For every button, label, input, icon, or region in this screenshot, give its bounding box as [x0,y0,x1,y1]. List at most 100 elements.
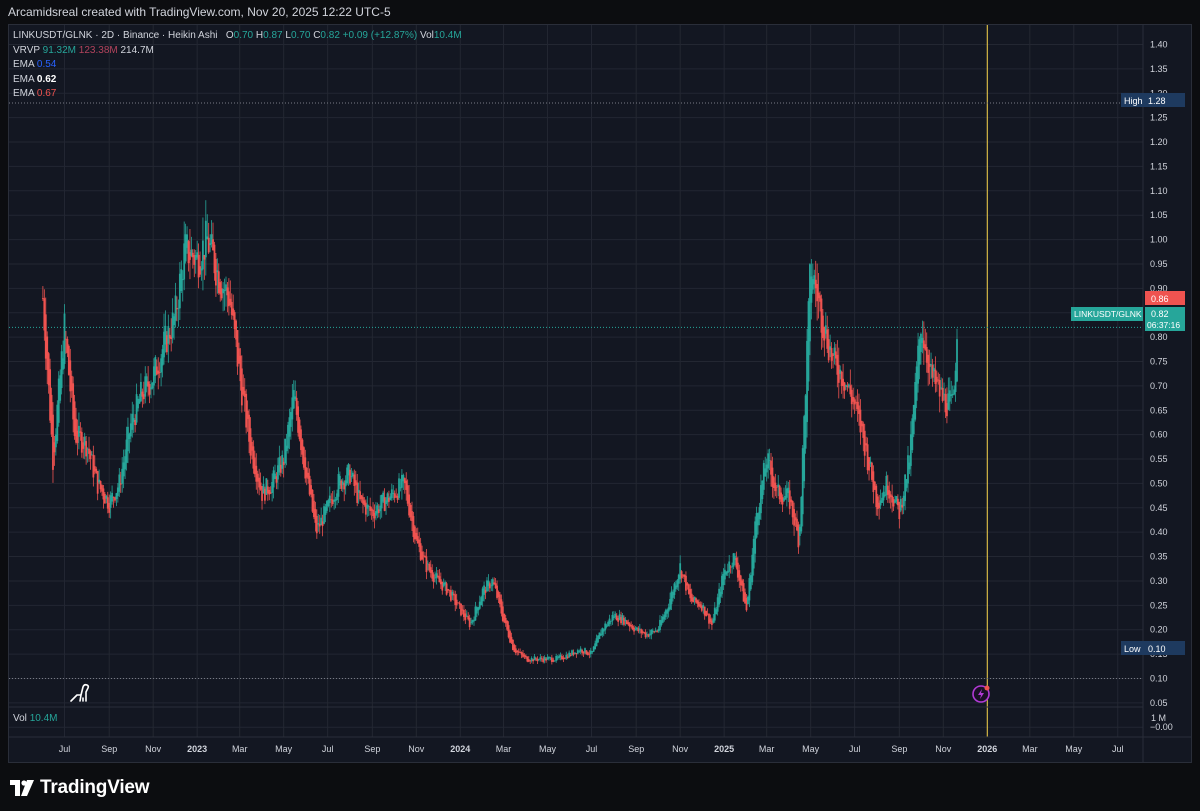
x-tick-label: 2026 [977,744,997,754]
candle-body [450,590,452,601]
ema-label-1[interactable]: EMA [13,59,34,70]
volume-legend-label: Vol [13,713,27,724]
x-tick-label: Sep [628,744,644,754]
y-tick-label: 0.80 [1150,332,1168,342]
ema-value-2: 0.62 [36,73,57,85]
y-tick-label: 1.20 [1150,137,1168,147]
legend-ema-row-3[interactable]: EMA 0.67 [13,87,462,102]
price-axis[interactable]: 1.401.351.301.251.201.151.101.051.000.95… [1150,40,1173,733]
candle-body [135,394,138,423]
y-tick-label: 1.10 [1150,186,1168,196]
x-tick-label: Jul [1112,744,1124,754]
x-tick-label: 2024 [450,744,470,754]
legend-low-value: 0.70 [290,30,311,41]
candle-body [656,631,659,632]
top-credit-bar: Arcamidsreal created with TradingView.co… [0,0,1200,24]
x-tick-label: 2023 [187,744,207,754]
y-tick-label: 1.00 [1150,235,1168,245]
y-tick-label: 0.95 [1150,259,1168,269]
y-tick-label: 1.35 [1150,64,1168,74]
y-tick-label: 0.40 [1150,527,1168,537]
y-tick-label: 0.05 [1150,698,1168,708]
volume-legend[interactable]: Vol 10.4M [13,713,57,724]
x-tick-label: May [1065,744,1083,754]
ema-label-2[interactable]: EMA [13,74,34,85]
y-tick-label: 0.25 [1150,600,1168,610]
legend-symbol-row[interactable]: LINKUSDT/GLNK · 2D · Binance · Heikin As… [13,29,462,44]
x-tick-label: 2025 [714,744,734,754]
candle-body [204,220,207,258]
y-tick-label: 0.55 [1150,454,1168,464]
candle-body [199,266,201,275]
y-tick-label: 0.45 [1150,503,1168,513]
tradingview-logo-icon [10,780,34,796]
vrvp-down: 123.38M [78,44,118,56]
candle-body [685,575,687,591]
candle-body [611,614,614,622]
ema-value-1: 0.54 [36,59,57,70]
price-chart[interactable]: 1.401.351.301.251.201.151.101.051.000.95… [9,25,1192,763]
y-tick-label: 0.20 [1150,625,1168,635]
x-tick-label: Jul [322,744,334,754]
x-tick-label: May [802,744,820,754]
candle-body [598,632,601,640]
symbol-tag-label: LINKUSDT/GLNK [1074,309,1142,319]
candle-body [157,370,160,374]
y-tick-label: 1.05 [1150,210,1168,220]
chart-pane[interactable]: 1.401.351.301.251.201.151.101.051.000.95… [8,24,1192,763]
x-tick-label: Sep [101,744,117,754]
legend-open-key: O [225,30,234,41]
legend-high-value: 0.87 [263,30,283,41]
legend-ema-row-2[interactable]: EMA 0.62 [13,73,462,88]
candle-body [553,660,556,662]
candles [41,200,958,665]
legend-vol-label: Vol [419,30,434,41]
y-tick-label: 0.60 [1150,430,1168,440]
candle-body [202,240,204,270]
legend-symbol[interactable]: LINKUSDT/GLNK · 2D · Binance · Heikin As… [13,30,218,41]
y-tick-label: 0.75 [1150,356,1168,366]
ema-value-3: 0.67 [36,88,57,99]
legend-ema-row-1[interactable]: EMA 0.54 [13,58,462,73]
dinosaur-icon[interactable] [70,683,90,702]
x-tick-label: Jul [586,744,598,754]
y-tick-label: 0.10 [1150,673,1168,683]
x-tick-label: Jul [59,744,71,754]
last-price-tag-value: 0.82 [1151,309,1169,319]
y-tick-label: −0.00 [1150,722,1173,732]
candle-body [470,622,473,624]
volume-scale-label: 1 M [1151,713,1166,723]
ema-label-3[interactable]: EMA [13,88,34,99]
x-tick-label: Sep [364,744,380,754]
y-tick-label: 0.50 [1150,478,1168,488]
low-tag-label: Low [1124,644,1141,654]
candle-body [604,623,607,631]
legend-open-value: 0.70 [233,30,254,41]
prev-price-tag-value: 0.86 [1151,294,1169,304]
tradingview-brand-text: TradingView [40,777,150,798]
candle-body [927,354,930,373]
y-tick-label: 0.70 [1150,381,1168,391]
x-tick-label: Mar [232,744,248,754]
high-tag-label: High [1124,96,1143,106]
chart-legend: LINKUSDT/GLNK · 2D · Binance · Heikin As… [13,29,462,102]
x-tick-label: Nov [145,744,162,754]
legend-vrvp-row[interactable]: VRVP 91.32M 123.38M 214.7M [13,44,462,59]
x-tick-label: Sep [891,744,907,754]
x-tick-label: Jul [849,744,861,754]
x-tick-label: Mar [759,744,775,754]
grid-lines [9,25,1143,737]
candle-body [563,658,566,660]
time-axis[interactable]: Jul Sep Nov 2023 Mar May Jul Sep Nov 2024 Mar May Ju… [59,744,1124,754]
x-tick-label: Nov [672,744,689,754]
y-tick-label: 0.65 [1150,405,1168,415]
legend-close-value: 0.82 [320,30,340,41]
tradingview-brand[interactable]: TradingView [10,777,150,799]
y-tick-label: 1.40 [1150,40,1168,50]
vrvp-label[interactable]: VRVP [13,45,40,56]
candle-body [931,364,934,378]
lightning-icon[interactable] [972,685,990,703]
legend-vol-value: 10.4M [433,30,462,41]
credit-text: Arcamidsreal created with TradingView.co… [8,5,391,19]
footer: TradingView [0,763,1200,811]
